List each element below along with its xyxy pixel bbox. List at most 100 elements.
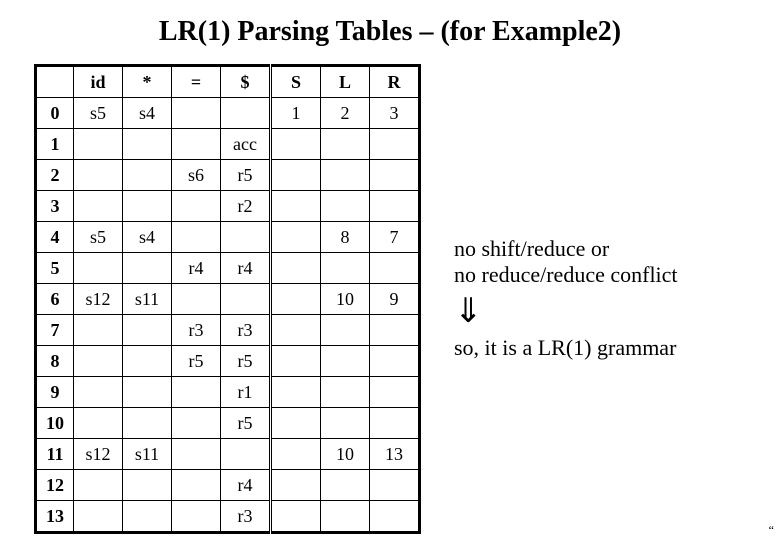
table-row: 8 r5 r5 (36, 346, 420, 377)
state-label: 12 (36, 470, 74, 501)
cell: 8 (321, 222, 370, 253)
cell (370, 315, 420, 346)
cell (172, 408, 221, 439)
cell: s12 (74, 439, 123, 470)
cell (74, 408, 123, 439)
cell: r2 (221, 191, 271, 222)
cell (74, 129, 123, 160)
cell (123, 470, 172, 501)
state-label: 0 (36, 98, 74, 129)
note-line-2: no reduce/reduce conflict (454, 262, 678, 288)
cell: acc (221, 129, 271, 160)
cell: s4 (123, 98, 172, 129)
cell: 2 (321, 98, 370, 129)
state-label: 9 (36, 377, 74, 408)
cell: s5 (74, 222, 123, 253)
col-R: R (370, 66, 420, 98)
cell (271, 346, 321, 377)
cell (123, 346, 172, 377)
cell: 1 (271, 98, 321, 129)
cell (123, 315, 172, 346)
table-row: 12 r4 (36, 470, 420, 501)
state-label: 7 (36, 315, 74, 346)
cell (370, 160, 420, 191)
cell (74, 346, 123, 377)
table-row: 6 s12 s11 10 9 (36, 284, 420, 315)
cell (370, 191, 420, 222)
cell (172, 501, 221, 533)
cell: s11 (123, 284, 172, 315)
cell (271, 470, 321, 501)
cell (74, 315, 123, 346)
cell (74, 160, 123, 191)
page-title: LR(1) Parsing Tables – (for Example2) (0, 16, 780, 48)
cell (221, 284, 271, 315)
notes: no shift/reduce or no reduce/reduce conf… (454, 236, 678, 361)
cell (321, 408, 370, 439)
col-dollar: $ (221, 66, 271, 98)
col-id: id (74, 66, 123, 98)
cell (370, 129, 420, 160)
table-row: 13 r3 (36, 501, 420, 533)
cell (321, 129, 370, 160)
cell (123, 160, 172, 191)
cell: r4 (221, 470, 271, 501)
cell: r4 (221, 253, 271, 284)
cell: 13 (370, 439, 420, 470)
table-row: 5 r4 r4 (36, 253, 420, 284)
cell (271, 160, 321, 191)
note-line-1: no shift/reduce or (454, 236, 678, 262)
cell: r4 (172, 253, 221, 284)
cell: 3 (370, 98, 420, 129)
table-row: 10 r5 (36, 408, 420, 439)
cell (172, 129, 221, 160)
cell (271, 222, 321, 253)
note-line-3: so, it is a LR(1) grammar (454, 335, 678, 361)
cell (74, 377, 123, 408)
table-row: 9 r1 (36, 377, 420, 408)
cell: 9 (370, 284, 420, 315)
cell (123, 501, 172, 533)
cell (74, 253, 123, 284)
state-label: 1 (36, 129, 74, 160)
cell (221, 98, 271, 129)
cell (321, 501, 370, 533)
cell (271, 439, 321, 470)
cell: r5 (221, 346, 271, 377)
cell (172, 284, 221, 315)
cell (321, 470, 370, 501)
cell (321, 191, 370, 222)
state-label: 3 (36, 191, 74, 222)
cell (123, 191, 172, 222)
cell: 7 (370, 222, 420, 253)
state-label: 5 (36, 253, 74, 284)
cell (370, 470, 420, 501)
cell (321, 315, 370, 346)
cell: r3 (221, 501, 271, 533)
cell (172, 222, 221, 253)
state-label: 8 (36, 346, 74, 377)
col-star: * (123, 66, 172, 98)
col-state (36, 66, 74, 98)
state-label: 10 (36, 408, 74, 439)
col-S: S (271, 66, 321, 98)
cell (221, 222, 271, 253)
cell: r5 (172, 346, 221, 377)
cell: s4 (123, 222, 172, 253)
table-row: 1 acc (36, 129, 420, 160)
cell: r1 (221, 377, 271, 408)
cell (271, 253, 321, 284)
slide: LR(1) Parsing Tables – (for Example2) id… (0, 0, 780, 540)
cell: s5 (74, 98, 123, 129)
cell: 10 (321, 284, 370, 315)
cell: r5 (221, 160, 271, 191)
cell (271, 501, 321, 533)
cell (271, 284, 321, 315)
cell (74, 191, 123, 222)
cell (123, 253, 172, 284)
cell (172, 191, 221, 222)
arrow-down-icon: ⇓ (454, 295, 678, 329)
cell (370, 346, 420, 377)
table-header-row: id * = $ S L R (36, 66, 420, 98)
cell (221, 439, 271, 470)
